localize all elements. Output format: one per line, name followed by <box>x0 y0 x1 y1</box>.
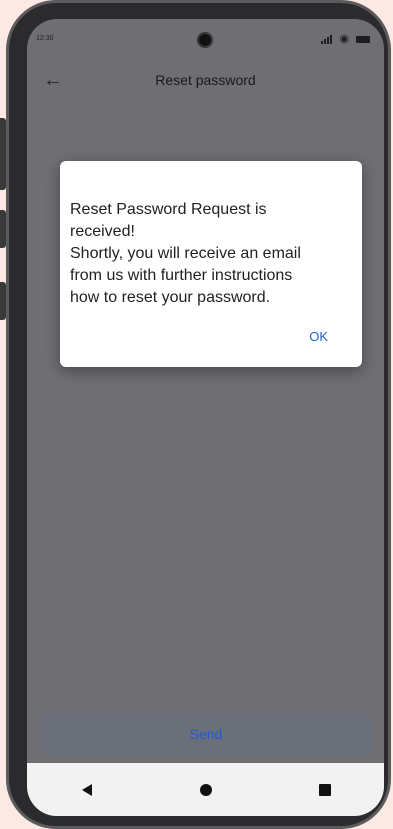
nav-home-button[interactable] <box>186 770 226 810</box>
status-icons: ◉ <box>321 33 370 45</box>
confirmation-dialog: Reset Password Request is received! Shor… <box>60 161 362 367</box>
battery-icon <box>356 36 370 43</box>
status-time: 12:30 <box>36 35 54 42</box>
send-button-label: Send <box>189 726 223 742</box>
send-button[interactable]: Send <box>41 713 371 755</box>
page-title: Reset password <box>155 72 256 88</box>
dialog-message: Reset Password Request is received! Shor… <box>70 201 301 306</box>
signal-icon <box>321 35 333 44</box>
phone-frame: 12:30 ◉ ← Reset password Send Reset Pass… <box>6 0 391 829</box>
wifi-icon: ◉ <box>339 33 349 45</box>
nav-back-button[interactable] <box>67 770 107 810</box>
nav-recents-button[interactable] <box>305 770 345 810</box>
navigation-bar <box>27 763 384 816</box>
ok-button[interactable]: OK <box>309 329 328 344</box>
front-camera <box>197 32 213 48</box>
home-circle-icon <box>199 783 212 796</box>
screen: 12:30 ◉ ← Reset password Send Reset Pass… <box>27 19 384 816</box>
recents-square-icon <box>318 783 331 796</box>
back-triangle-icon <box>81 783 92 796</box>
